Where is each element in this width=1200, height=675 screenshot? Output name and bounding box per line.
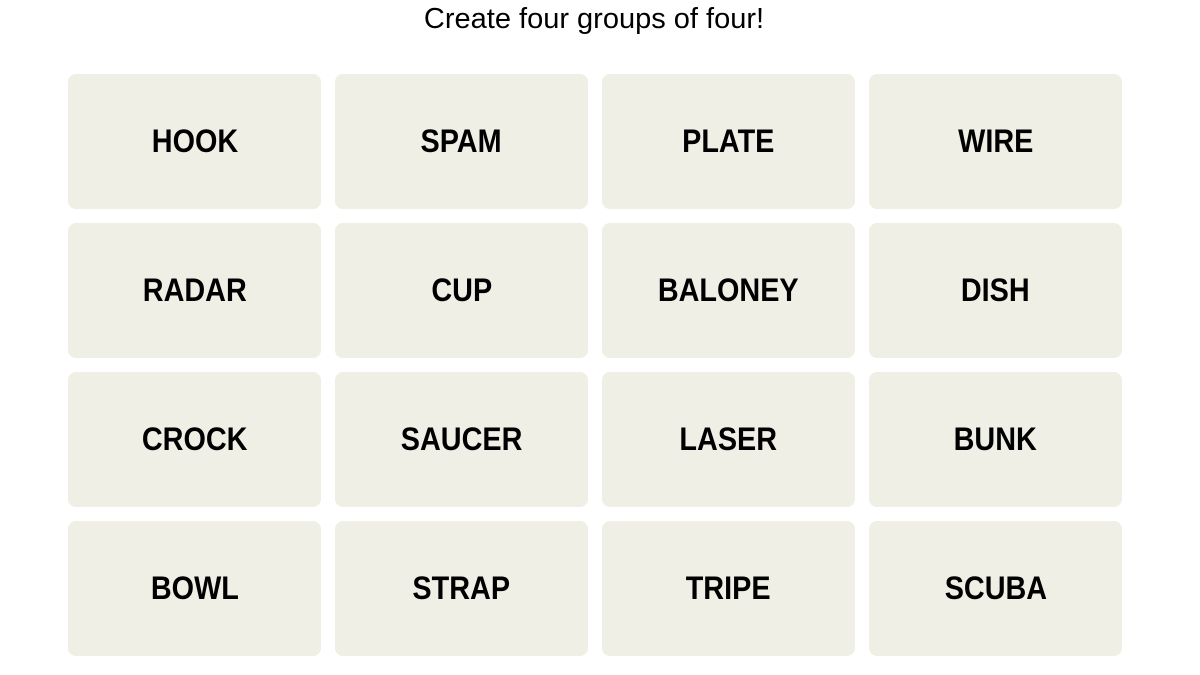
word-tile[interactable]: HOOK [68,74,321,209]
word-tile[interactable]: STRAP [335,521,588,656]
word-grid: HOOK SPAM PLATE WIRE RADAR CUP BALONEY D… [68,74,1122,656]
word-tile-label: WIRE [957,123,1034,159]
word-tile-label: BUNK [953,421,1038,457]
word-tile-label: SPAM [420,123,503,159]
word-tile[interactable]: BALONEY [602,223,855,358]
word-tile-label: CROCK [141,421,248,457]
word-tile[interactable]: SAUCER [335,372,588,507]
word-tile-label: BOWL [150,570,239,606]
word-tile-label: DISH [961,272,1030,308]
word-tile-label: TRIPE [686,570,771,606]
word-tile[interactable]: CUP [335,223,588,358]
word-tile[interactable]: BUNK [869,372,1122,507]
word-tile[interactable]: TRIPE [602,521,855,656]
word-tile[interactable]: BOWL [68,521,321,656]
word-tile[interactable]: RADAR [68,223,321,358]
word-tile[interactable]: SCUBA [869,521,1122,656]
word-tile-label: CUP [431,272,492,308]
word-tile-label: BALONEY [658,272,799,308]
word-tile-label: RADAR [142,272,247,308]
word-tile[interactable]: WIRE [869,74,1122,209]
word-tile[interactable]: SPAM [335,74,588,209]
game-instructions: Create four groups of four! [423,3,765,35]
word-tile[interactable]: CROCK [68,372,321,507]
word-tile[interactable]: DISH [869,223,1122,358]
word-tile-label: LASER [679,421,778,457]
word-tile-label: HOOK [151,123,238,159]
word-tile-label: PLATE [682,123,775,159]
word-tile[interactable]: PLATE [602,74,855,209]
word-tile-label: SCUBA [944,570,1047,606]
word-tile-label: SAUCER [400,421,523,457]
word-tile-label: STRAP [412,570,511,606]
word-tile[interactable]: LASER [602,372,855,507]
